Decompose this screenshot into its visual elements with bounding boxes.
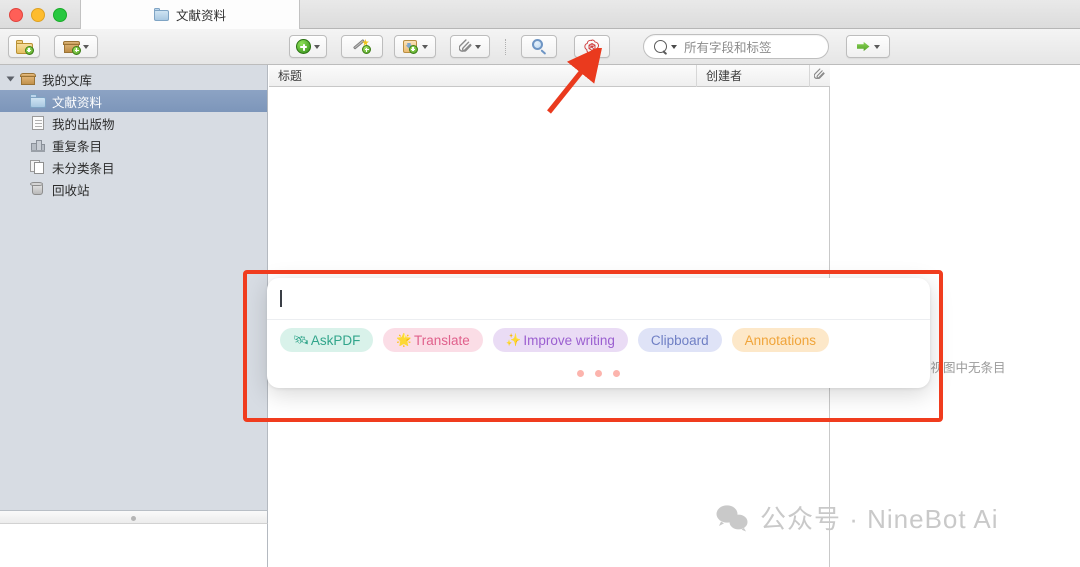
chevron-down-icon (671, 44, 677, 49)
sidebar-item-literature[interactable]: 文献资料 (0, 90, 267, 112)
magic-wand-icon (352, 39, 371, 54)
chevron-down-icon (83, 44, 89, 49)
sidebar-item-trash[interactable]: 回收站 (0, 178, 267, 200)
chip-label: AskPDF (310, 332, 361, 348)
paperclip-icon (459, 39, 472, 54)
text-cursor (280, 290, 282, 307)
quick-action-chips: 🛰 AskPDF 🌟 Translate ✨ Improve writing C… (267, 320, 930, 360)
save-to-library-button[interactable] (394, 35, 436, 58)
chatgpt-plugin-button[interactable] (574, 35, 610, 58)
paperclip-icon (813, 68, 827, 83)
duplicates-icon (30, 138, 46, 152)
add-by-identifier-button[interactable] (341, 35, 383, 58)
chatgpt-command-dialog: 🛰 AskPDF 🌟 Translate ✨ Improve writing C… (267, 278, 930, 388)
openai-logo-icon (583, 38, 601, 56)
sidebar-item-duplicates[interactable]: 重复条目 (0, 134, 267, 156)
toolbar-separator (505, 39, 507, 55)
sidebar-item-label: 文献资料 (52, 95, 103, 110)
new-library-button[interactable] (54, 35, 98, 58)
loading-dot (613, 369, 620, 377)
column-attachment[interactable] (810, 65, 830, 87)
new-collection-button[interactable] (8, 35, 40, 58)
satellite-icon: 🛰 (293, 332, 309, 347)
items-column-headers: 标题 创建者 (269, 64, 830, 87)
save-snapshot-icon (402, 39, 419, 54)
chip-label: Improve writing (523, 332, 615, 348)
sync-button[interactable] (846, 35, 890, 58)
tab-strip: 文献资料 (0, 0, 1080, 29)
search-placeholder: 所有字段和标签 (684, 41, 772, 55)
sidebar-footer (0, 524, 268, 567)
main-toolbar: 所有字段和标签 (0, 29, 1080, 65)
folder-icon (30, 94, 46, 108)
loading-indicator (267, 362, 930, 384)
chip-annotations[interactable]: Annotations (731, 328, 829, 352)
chip-label: Translate (413, 332, 470, 348)
chevron-down-icon (314, 44, 320, 49)
document-icon (30, 116, 46, 130)
chevron-down-icon (873, 44, 880, 49)
trash-icon (30, 182, 46, 196)
tab-label: 文献资料 (175, 9, 226, 23)
sidebar-item-unfiled[interactable]: 未分类条目 (0, 156, 267, 178)
sidebar-item-my-library[interactable]: 我的文库 (0, 68, 267, 90)
loading-dot (595, 369, 602, 377)
green-arrow-icon (856, 40, 871, 53)
new-item-button[interactable] (289, 35, 327, 58)
sidebar-item-label: 我的文库 (42, 73, 93, 88)
chevron-down-icon (475, 44, 481, 49)
chip-label: Clipboard (650, 332, 709, 348)
column-creator-label: 创建者 (706, 69, 743, 83)
title-bar: 文献资料 (0, 0, 1080, 29)
chip-askpdf[interactable]: 🛰 AskPDF (280, 328, 374, 352)
sidebar-item-label: 我的出版物 (52, 117, 115, 132)
star-icon: 🌟 (396, 332, 412, 347)
sidebar-item-label: 回收站 (52, 183, 90, 198)
sidebar-item-my-publications[interactable]: 我的出版物 (0, 112, 267, 134)
splitter-grip[interactable] (131, 516, 136, 521)
app-window: 文献资料 所有字段和标签 我的文库 文献资料 我的出版物 重复条目 未分类条目 … (0, 0, 1080, 567)
sidebar-item-label: 未分类条目 (52, 161, 115, 176)
collections-sidebar[interactable]: 我的文库 文献资料 我的出版物 重复条目 未分类条目 回收站 (0, 65, 268, 510)
folder-plus-icon (15, 39, 34, 55)
column-creator[interactable]: 创建者 (697, 64, 810, 87)
chip-label: Annotations (744, 332, 816, 348)
magnifier-icon (531, 39, 547, 56)
search-icon (654, 40, 667, 53)
column-title[interactable]: 标题 (269, 64, 697, 87)
chevron-down-icon[interactable] (6, 76, 15, 82)
column-title-label: 标题 (278, 69, 303, 83)
chip-translate[interactable]: 🌟 Translate (383, 328, 483, 352)
add-attachment-button[interactable] (450, 35, 490, 58)
sidebar-item-label: 重复条目 (52, 139, 103, 154)
loading-dot (577, 369, 584, 377)
chevron-down-icon (421, 44, 428, 49)
search-input[interactable]: 所有字段和标签 (643, 34, 829, 59)
advanced-search-button[interactable] (521, 35, 557, 58)
prompt-input[interactable] (267, 278, 930, 320)
folder-icon (153, 8, 169, 21)
green-plus-circle-icon (296, 39, 311, 54)
tab-library[interactable]: 文献资料 (80, 0, 300, 29)
box-plus-icon (63, 40, 81, 55)
library-icon (20, 72, 36, 86)
sparkles-icon: ✨ (505, 332, 522, 347)
sidebar-splitter[interactable] (0, 510, 268, 524)
chip-improve-writing[interactable]: ✨ Improve writing (492, 328, 628, 352)
unfiled-icon (30, 160, 46, 174)
chip-clipboard[interactable]: Clipboard (637, 328, 722, 352)
